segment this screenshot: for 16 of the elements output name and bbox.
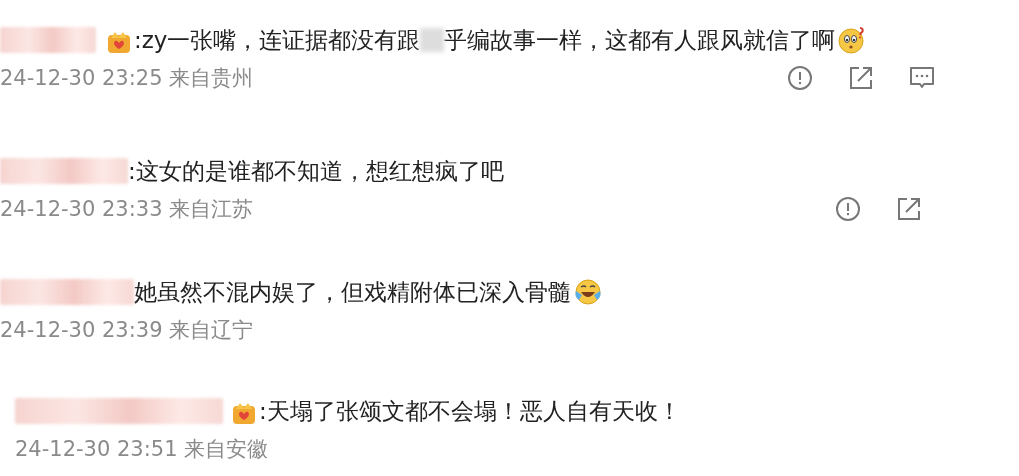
timestamp-location: 24-12-30 23:33 来自江苏 bbox=[0, 196, 255, 223]
share-icon[interactable] bbox=[896, 196, 922, 222]
comment-icon[interactable] bbox=[909, 65, 935, 91]
laughing-face-icon bbox=[573, 277, 603, 307]
report-icon[interactable] bbox=[787, 65, 813, 91]
report-icon[interactable] bbox=[835, 196, 861, 222]
comment-text: 她虽然不混内娱了，但戏精附体已深入骨髓 bbox=[134, 277, 571, 307]
comment-text: :这女的是谁都不知道，想红想疯了吧 bbox=[128, 156, 504, 186]
share-icon[interactable] bbox=[848, 65, 874, 91]
comment-text: :zy一张嘴，连证据都没有跟 bbox=[134, 25, 421, 55]
comment-text: 乎编故事一样，这都有人跟风就信了啊 bbox=[444, 25, 836, 55]
timestamp-location: 24-12-30 23:51 来自安徽 bbox=[15, 436, 270, 463]
blurred-text bbox=[420, 28, 445, 52]
timestamp-location: 24-12-30 23:25 来自贵州 bbox=[0, 65, 255, 92]
timestamp-location: 24-12-30 23:39 来自辽宁 bbox=[0, 317, 255, 344]
comment-text: :天塌了张颂文都不会塌！恶人自有天收！ bbox=[259, 396, 681, 426]
